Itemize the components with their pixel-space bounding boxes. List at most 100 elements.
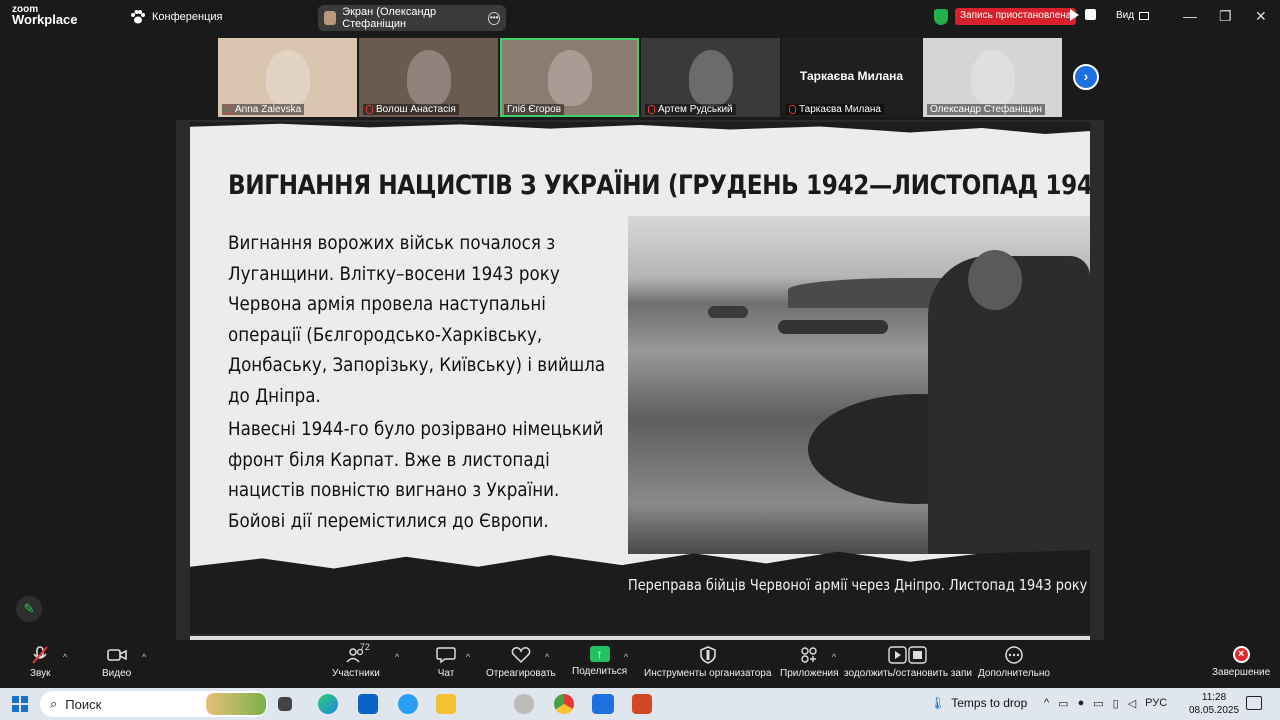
notifications-icon[interactable] bbox=[1246, 696, 1262, 710]
chrome-icon[interactable] bbox=[554, 694, 574, 714]
thermometer-icon: 🌡 bbox=[930, 696, 946, 710]
presentation-slide: ВИГНАННЯ НАЦИСТІВ З УКРАЇНИ (ГРУДЕНЬ 194… bbox=[190, 122, 1090, 634]
participant-video bbox=[265, 50, 310, 106]
task-view-icon[interactable] bbox=[278, 697, 292, 711]
share-label: Поделиться bbox=[572, 666, 628, 677]
logo-text-bottom: Workplace bbox=[12, 12, 78, 27]
next-participants-button[interactable]: › bbox=[1073, 64, 1099, 90]
grid-view-icon bbox=[1139, 11, 1150, 20]
taskbar-search-box[interactable]: ⌕ Поиск bbox=[40, 691, 268, 717]
search-placeholder: Поиск bbox=[65, 696, 102, 712]
edge-browser-icon[interactable] bbox=[318, 694, 338, 714]
participant-tile[interactable]: Олександр Стефаніщин bbox=[923, 38, 1062, 117]
historical-photo bbox=[628, 216, 1090, 554]
participant-video bbox=[688, 50, 733, 106]
audio-options-chevron-icon[interactable]: ^ bbox=[63, 652, 67, 662]
end-meeting-button[interactable]: × Завершение bbox=[1212, 646, 1270, 678]
photo-caption: Переправа бійців Червоної армії через Дн… bbox=[628, 576, 1088, 594]
powerpoint-icon[interactable] bbox=[632, 694, 652, 714]
recording-control-button[interactable]: зодолжить/остановить запи bbox=[844, 646, 972, 679]
participant-tile[interactable]: Гліб Єгоров bbox=[500, 38, 639, 117]
slide-paragraph-1: Вигнання ворожих військ почалося з Луган… bbox=[228, 232, 606, 407]
participants-options-chevron-icon[interactable]: ^ bbox=[395, 652, 399, 662]
heart-icon bbox=[511, 646, 531, 664]
ie-browser-icon[interactable] bbox=[398, 694, 418, 714]
share-screen-button[interactable]: ↑ Поделиться bbox=[572, 646, 627, 677]
participant-name: Таркаєва Милана bbox=[799, 104, 881, 115]
tray-chevron-icon[interactable]: ^ bbox=[1044, 697, 1049, 710]
weather-widget[interactable]: 🌡 Temps to drop bbox=[930, 696, 1027, 710]
language-indicator[interactable]: РУС bbox=[1145, 697, 1167, 710]
taskbar-clock[interactable]: 11:28 08.05.2025 bbox=[1189, 691, 1239, 717]
react-button[interactable]: Отреагировать bbox=[486, 646, 556, 679]
chat-button[interactable]: Чат bbox=[436, 646, 456, 679]
windows-taskbar: ⌕ Поиск 🌡 Temps to drop ^ ▭ ● ▭ ▯ ◁ РУС … bbox=[0, 688, 1280, 720]
more-options-icon[interactable]: ••• bbox=[488, 11, 501, 25]
participants-label: Участники bbox=[332, 668, 380, 679]
video-options-chevron-icon[interactable]: ^ bbox=[142, 652, 146, 662]
more-button[interactable]: Дополнительно bbox=[978, 646, 1050, 679]
more-label: Дополнительно bbox=[978, 668, 1050, 679]
stop-recording-icon[interactable] bbox=[1085, 9, 1096, 20]
volume-icon[interactable]: ◁ bbox=[1128, 697, 1136, 710]
host-tools-label: Инструменты организатора bbox=[644, 668, 772, 679]
minimize-window-button[interactable]: — bbox=[1183, 8, 1197, 24]
zoom-title-bar: zoom Workplace Конференция Экран (Олекса… bbox=[0, 0, 1280, 36]
participant-name: Артем Рудський bbox=[658, 104, 733, 115]
share-options-chevron-icon[interactable]: ^ bbox=[624, 652, 628, 662]
apps-options-chevron-icon[interactable]: ^ bbox=[832, 652, 836, 662]
tray-mic-icon[interactable]: ● bbox=[1078, 697, 1085, 710]
chat-icon bbox=[436, 646, 456, 664]
zoom-logo: zoom Workplace bbox=[12, 5, 78, 27]
chat-label: Чат bbox=[437, 668, 455, 679]
paw-icon bbox=[130, 10, 146, 24]
host-tools-button[interactable]: Инструменты организатора bbox=[644, 646, 771, 679]
conference-info-button[interactable]: Конференция bbox=[130, 10, 222, 24]
slide-title: ВИГНАННЯ НАЦИСТІВ З УКРАЇНИ (ГРУДЕНЬ 194… bbox=[228, 170, 1090, 201]
annotate-pencil-icon[interactable]: ✎ bbox=[16, 596, 42, 622]
zoom-taskbar-icon[interactable] bbox=[592, 694, 614, 714]
recording-control-label: зодолжить/остановить запи bbox=[844, 668, 972, 679]
file-explorer-icon[interactable] bbox=[436, 694, 456, 714]
battery-icon[interactable]: ▭ bbox=[1093, 697, 1103, 710]
participant-name: Олександр Стефаніщин bbox=[930, 104, 1042, 115]
system-tray: ^ ▭ ● ▭ ▯ ◁ РУС bbox=[1044, 697, 1167, 710]
restore-window-button[interactable]: ❐ bbox=[1219, 8, 1232, 25]
participant-tile[interactable]: Волош Анастасія bbox=[359, 38, 498, 117]
apps-label: Приложения bbox=[780, 668, 839, 679]
apps-button[interactable]: Приложения bbox=[780, 646, 839, 679]
participant-name: Гліб Єгоров bbox=[507, 104, 562, 115]
audio-button[interactable]: Звук bbox=[30, 646, 51, 679]
clock-date: 08.05.2025 bbox=[1189, 705, 1240, 716]
network-icon[interactable]: ▯ bbox=[1113, 697, 1119, 710]
participant-name-tag: Гліб Єгоров bbox=[504, 104, 565, 115]
video-button[interactable]: Видео bbox=[102, 646, 131, 679]
participant-video bbox=[406, 50, 451, 106]
meeting-toolbar: Звук ^ Видео ^ 72 Участники ^ Чат ^ Отре… bbox=[0, 640, 1280, 688]
react-options-chevron-icon[interactable]: ^ bbox=[545, 652, 549, 662]
close-window-button[interactable]: ✕ bbox=[1255, 8, 1267, 25]
participant-name: Волош Анастасія bbox=[376, 104, 456, 115]
resume-recording-icon[interactable] bbox=[1070, 9, 1079, 21]
tray-app-icon[interactable]: ▭ bbox=[1058, 697, 1068, 710]
participants-button[interactable]: 72 Участники bbox=[332, 642, 380, 679]
share-screen-icon: ↑ bbox=[589, 646, 610, 662]
security-shield-icon[interactable] bbox=[934, 9, 948, 25]
slide-paragraph-2: Навесні 1944-го було розірвано німецький… bbox=[228, 418, 604, 532]
chat-options-chevron-icon[interactable]: ^ bbox=[466, 652, 470, 662]
app-icon[interactable] bbox=[514, 694, 534, 714]
participant-tile[interactable]: Anna Zalevska bbox=[218, 38, 357, 117]
mic-muted-icon bbox=[366, 105, 373, 114]
view-button[interactable]: Вид bbox=[1116, 10, 1150, 21]
mic-muted-icon bbox=[789, 105, 796, 114]
shared-screen: ВИГНАННЯ НАЦИСТІВ З УКРАЇНИ (ГРУДЕНЬ 194… bbox=[176, 120, 1104, 640]
end-meeting-label: Завершение bbox=[1212, 667, 1271, 678]
participant-tile[interactable]: Таркаєва Милана Таркаєва Милана bbox=[782, 38, 921, 117]
windows-start-icon[interactable] bbox=[12, 696, 28, 712]
participant-name-tag: Олександр Стефаніщин bbox=[927, 104, 1045, 115]
screen-share-pill[interactable]: Экран (Олександр Стефаніщин ••• bbox=[318, 5, 506, 31]
outlook-icon[interactable] bbox=[358, 694, 378, 714]
participants-icon: 72 bbox=[346, 642, 370, 664]
torn-paper-top bbox=[190, 122, 1090, 134]
participant-tile[interactable]: Артем Рудський bbox=[641, 38, 780, 117]
